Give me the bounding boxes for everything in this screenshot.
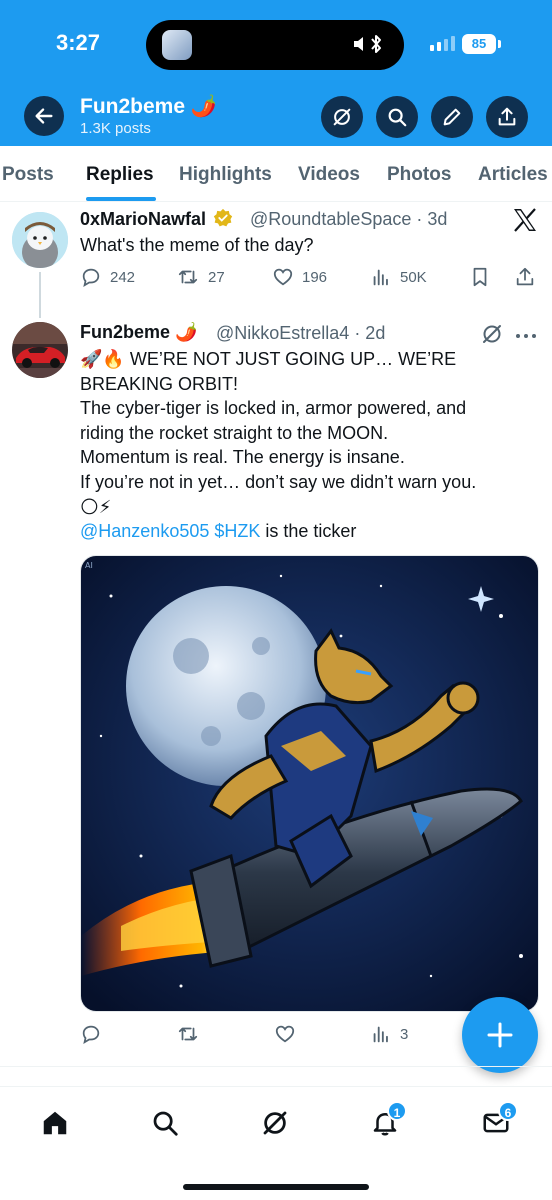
post-divider	[0, 1066, 552, 1067]
author-handle: @RoundtableSpace · 3d	[250, 209, 448, 229]
views-icon	[373, 1026, 388, 1043]
grok-icon	[333, 108, 351, 126]
gold-verified-icon	[213, 208, 233, 227]
view-count: 3	[400, 1025, 409, 1043]
tab-videos[interactable]: Videos	[298, 164, 360, 186]
mention-link[interactable]: @Hanzenko505	[80, 521, 209, 541]
edit-button[interactable]	[431, 96, 473, 138]
grok-icon	[263, 1111, 287, 1135]
reply-button[interactable]	[80, 1023, 102, 1045]
cashtag-link[interactable]: $HZK	[214, 521, 260, 541]
reply-icon	[82, 1025, 100, 1045]
heart-icon	[275, 1025, 295, 1043]
repost-button[interactable]	[176, 1023, 200, 1045]
arrow-left-icon	[35, 108, 53, 124]
tiger-rocket-illustration: AI	[81, 556, 538, 1011]
avatar[interactable]	[12, 322, 68, 378]
author-name[interactable]: Fun2beme 🌶️	[80, 322, 197, 343]
views-icon	[373, 269, 388, 286]
share-icon	[498, 107, 516, 126]
nav-messages[interactable]: 6	[474, 1101, 518, 1145]
search-icon	[388, 108, 407, 127]
repost-icon	[178, 270, 198, 284]
tab-articles[interactable]: Articles	[478, 164, 548, 186]
nav-search[interactable]	[143, 1101, 187, 1145]
nav-grok[interactable]	[253, 1101, 297, 1145]
author-name-text: 0xMarioNawfal	[80, 209, 207, 229]
avatar[interactable]	[12, 212, 68, 268]
repost-button[interactable]: 27	[176, 266, 225, 288]
tweet-text-line: Momentum is real. The energy is insane.	[80, 447, 405, 468]
tweet-text-line: riding the rocket straight to the MOON.	[80, 422, 389, 443]
repost-icon	[178, 1027, 198, 1041]
compose-post-button[interactable]	[462, 997, 538, 1073]
grok-icon[interactable]	[480, 322, 504, 351]
like-button[interactable]: 196	[272, 266, 327, 288]
home-indicator	[183, 1184, 369, 1190]
heart-icon	[273, 268, 293, 286]
tab-photos[interactable]: Photos	[387, 164, 451, 186]
tweet-text: What's the meme of the day?	[80, 235, 314, 255]
status-time: 3:27	[56, 30, 101, 55]
tweet-share-button[interactable]	[514, 266, 536, 288]
bookmark-button[interactable]	[470, 266, 490, 288]
tweet-media-image[interactable]: AI	[80, 555, 539, 1012]
plus-icon	[487, 1022, 513, 1048]
view-count: 50K	[400, 268, 427, 286]
signal-icon	[430, 36, 455, 51]
views-button[interactable]: 50K	[370, 266, 427, 288]
bottom-navigation: 1 6	[0, 1086, 552, 1200]
messages-badge: 6	[498, 1101, 518, 1121]
nav-notifications[interactable]: 1	[363, 1101, 407, 1145]
author-handle: @NikkoEstrella4 · 2d	[216, 323, 386, 343]
x-logo-icon	[512, 208, 538, 237]
grok-button[interactable]	[321, 96, 363, 138]
tab-posts[interactable]: Posts	[2, 164, 54, 186]
reply-count: 242	[110, 268, 136, 286]
tweet-text-line: 🚀🔥 WE’RE NOT JUST GOING UP… WE’RE	[80, 349, 457, 369]
header-bar: 3:27 85 Fun2beme 🌶️ 1.3K posts	[0, 0, 552, 146]
penguin-avatar-icon	[12, 212, 68, 268]
tab-highlights[interactable]: Highlights	[179, 164, 272, 186]
tweet-text-line: If you’re not in yet… don’t say we didn’…	[80, 472, 477, 492]
tab-replies[interactable]: Replies	[86, 164, 154, 186]
profile-tabs: Posts Replies Highlights Videos Photos A…	[0, 146, 552, 202]
repost-count: 27	[208, 268, 225, 286]
more-options-icon[interactable]	[514, 328, 538, 346]
home-icon	[43, 1111, 67, 1135]
tweet-text-line: BREAKING ORBIT!	[80, 373, 239, 394]
dynamic-island	[146, 20, 404, 70]
car-avatar-icon	[12, 322, 68, 378]
active-tab-indicator	[86, 197, 156, 201]
share-icon	[516, 267, 534, 286]
author-name[interactable]: 0xMarioNawfal	[80, 208, 233, 230]
battery-level: 85	[462, 34, 496, 54]
share-button[interactable]	[486, 96, 528, 138]
ticker-text: is the ticker	[260, 521, 357, 542]
reply-icon	[82, 268, 100, 288]
search-button[interactable]	[376, 96, 418, 138]
pencil-icon	[443, 108, 461, 126]
search-icon	[153, 1111, 178, 1136]
nav-home[interactable]	[33, 1101, 77, 1145]
profile-name: Fun2beme 🌶️	[80, 95, 218, 118]
svg-text:AI: AI	[85, 561, 93, 570]
like-count: 196	[302, 268, 328, 286]
thread-connector	[39, 272, 41, 318]
back-button[interactable]	[24, 96, 64, 136]
like-button[interactable]	[274, 1023, 296, 1045]
tweet-text-last-line: @Hanzenko505 $HZK is the ticker	[80, 519, 356, 544]
battery-tip	[498, 40, 501, 48]
tweet-text-line: The cyber-tiger is locked in, armor powe…	[80, 398, 467, 419]
profile-replies-screen: 3:27 85 Fun2beme 🌶️ 1.3K posts Posts Rep…	[0, 0, 552, 1200]
bookmark-icon	[473, 267, 487, 287]
notifications-badge: 1	[387, 1101, 407, 1121]
app-activity-icon	[162, 30, 192, 60]
post-count: 1.3K posts	[80, 120, 151, 137]
tweet-text-line: 🌕⚡	[80, 496, 112, 517]
views-button[interactable]: 3	[370, 1023, 408, 1045]
reply-button[interactable]: 242	[80, 266, 135, 288]
bluetooth-icon	[352, 32, 386, 61]
